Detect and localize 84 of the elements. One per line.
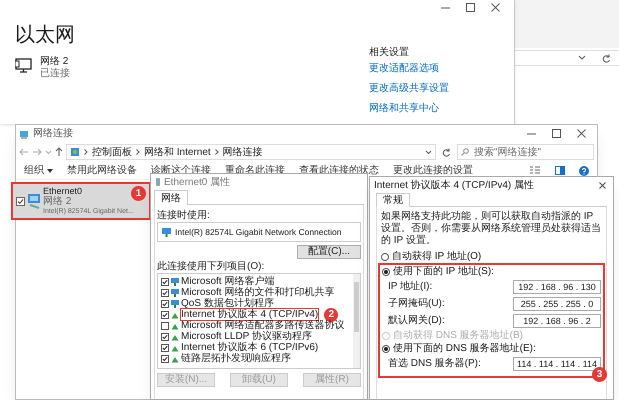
radio-label[interactable]: 自动获得 IP 地址(O) bbox=[392, 249, 482, 264]
toolbar-button[interactable]: 禁用此网络设备 bbox=[67, 163, 137, 178]
organize-menu[interactable]: 组织 bbox=[24, 163, 53, 178]
connection-network: 网络 2 bbox=[43, 196, 72, 206]
monitor-icon bbox=[15, 58, 32, 73]
close-icon[interactable] bbox=[491, 3, 500, 12]
list-item-label[interactable]: Microsoft LLDP 协议驱动程序 bbox=[181, 331, 312, 342]
caret-down-icon bbox=[47, 168, 53, 172]
checkbox[interactable] bbox=[16, 196, 25, 206]
field-label: 连接时使用: bbox=[157, 209, 211, 222]
configure-button[interactable]: 配置(C)... bbox=[296, 245, 361, 259]
dialog-title: Internet 协议版本 4 (TCP/IPv4) 属性 bbox=[374, 178, 536, 192]
breadcrumb-item[interactable]: 网络连接 bbox=[222, 144, 263, 160]
tab[interactable]: 网络 bbox=[154, 190, 188, 205]
list-item-label[interactable]: QoS 数据包计划程序 bbox=[181, 298, 274, 309]
tab[interactable]: 常规 bbox=[376, 193, 410, 207]
chevron-right-icon bbox=[84, 149, 88, 155]
dialog-title: Ethernet0 属性 bbox=[164, 176, 232, 190]
refresh-icon[interactable] bbox=[442, 148, 451, 156]
network-status: 已连接 bbox=[40, 68, 70, 80]
list-item-label[interactable]: Internet 协议版本 4 (TCP/IPv4) bbox=[181, 309, 318, 320]
radio-button[interactable] bbox=[381, 252, 389, 260]
checkbox[interactable] bbox=[161, 310, 169, 318]
related-settings-heading: 相关设置 bbox=[369, 47, 410, 59]
checkbox[interactable] bbox=[161, 332, 169, 340]
address-bar[interactable]: 控制面板 网络和 Internet 网络连接 bbox=[66, 144, 436, 160]
caret-down-icon[interactable] bbox=[425, 150, 432, 154]
network-folder-icon bbox=[19, 128, 29, 138]
list-item-label[interactable]: 链路层拓扑发现响应程序 bbox=[181, 353, 291, 364]
close-icon[interactable] bbox=[577, 129, 586, 138]
monitor-icon bbox=[171, 278, 179, 286]
help-icon[interactable] bbox=[579, 166, 589, 176]
close-icon[interactable] bbox=[599, 182, 606, 188]
ip-address-field[interactable]: 255 . 255 . 255 . 0 bbox=[513, 296, 601, 310]
ip-address-field[interactable]: 114 . 114 . 114 . 114 bbox=[513, 356, 601, 370]
scrollbar[interactable] bbox=[353, 274, 360, 368]
list-item-label[interactable]: Microsoft 网络的文件和打印机共享 bbox=[181, 287, 334, 298]
ip-address-field[interactable]: 192 . 168 . 96 . 2 bbox=[513, 314, 601, 328]
radio-button[interactable] bbox=[382, 268, 390, 276]
page-title: 以太网 bbox=[15, 23, 76, 48]
monitor-icon bbox=[171, 300, 179, 308]
search-field[interactable]: 搜索"网络连接" bbox=[457, 144, 594, 160]
network-name: 网络 2 bbox=[40, 56, 70, 68]
control-panel-icon bbox=[70, 147, 80, 157]
field-label: 首选 DNS 服务器(P): bbox=[387, 356, 482, 371]
toolbar-button[interactable]: 更改此连接的设置 bbox=[393, 163, 473, 178]
callout-badge: 3 bbox=[592, 367, 607, 382]
settings-link[interactable]: 更改适配器选项 bbox=[369, 63, 499, 75]
field-label: IP 地址(I): bbox=[387, 280, 434, 294]
list-item-label[interactable]: Internet 协议版本 6 (TCP/IPv6) bbox=[181, 342, 318, 353]
settings-link[interactable]: 网络和共享中心 bbox=[369, 103, 499, 115]
breadcrumb-item[interactable]: 网络和 Internet bbox=[144, 144, 211, 160]
settings-link[interactable]: 更改高级共享设置 bbox=[369, 83, 499, 95]
connection-name: Ethernet0 bbox=[43, 186, 84, 196]
search-icon bbox=[461, 148, 469, 156]
caret-down-icon[interactable] bbox=[578, 55, 586, 61]
field-label: 此连接使用下列项目(O): bbox=[157, 261, 266, 273]
field-label: 默认网关(D): bbox=[387, 314, 446, 328]
maximize-icon[interactable] bbox=[466, 3, 475, 12]
description-text: 如果网络支持此功能，则可以获取自动指派的 IP 设置。否则，你需要从网络系统管理员处获得适当的 IP 设置。 bbox=[381, 211, 602, 247]
ip-address-field[interactable]: 192 . 168 . 96 . 130 bbox=[513, 280, 601, 294]
radio-button[interactable] bbox=[382, 344, 390, 352]
window-title: 网络连接 bbox=[33, 126, 74, 141]
checkbox[interactable] bbox=[161, 278, 169, 286]
checkbox[interactable] bbox=[161, 344, 169, 352]
refresh-icon[interactable] bbox=[602, 54, 611, 62]
checkbox[interactable] bbox=[161, 322, 169, 330]
monitor-icon bbox=[171, 288, 179, 296]
adapter-name: Intel(R) 82574L Gigabit Network Connection bbox=[175, 226, 342, 238]
list-item-label[interactable]: Microsoft 网络客户端 bbox=[181, 276, 274, 287]
view-options-icon[interactable] bbox=[529, 166, 541, 175]
checkbox[interactable] bbox=[161, 288, 169, 296]
preview-pane-icon[interactable] bbox=[555, 166, 565, 175]
field-label: 子网掩码(U): bbox=[387, 297, 446, 311]
up-arrow-icon[interactable] bbox=[55, 147, 63, 157]
checkbox[interactable] bbox=[161, 300, 169, 308]
breadcrumb-item[interactable]: 控制面板 bbox=[92, 144, 132, 160]
chevron-right-icon bbox=[136, 149, 140, 155]
list-item-label[interactable]: Microsoft 网络适配器多路传送器协议 bbox=[181, 320, 344, 331]
checkbox[interactable] bbox=[161, 354, 169, 362]
radio-label[interactable]: 使用下面的 IP 地址(S): bbox=[393, 264, 494, 279]
chevron-right-icon bbox=[214, 149, 219, 155]
radio-label[interactable]: 使用下面的 DNS 服务器地址(E): bbox=[393, 341, 536, 356]
maximize-icon[interactable] bbox=[552, 129, 561, 138]
